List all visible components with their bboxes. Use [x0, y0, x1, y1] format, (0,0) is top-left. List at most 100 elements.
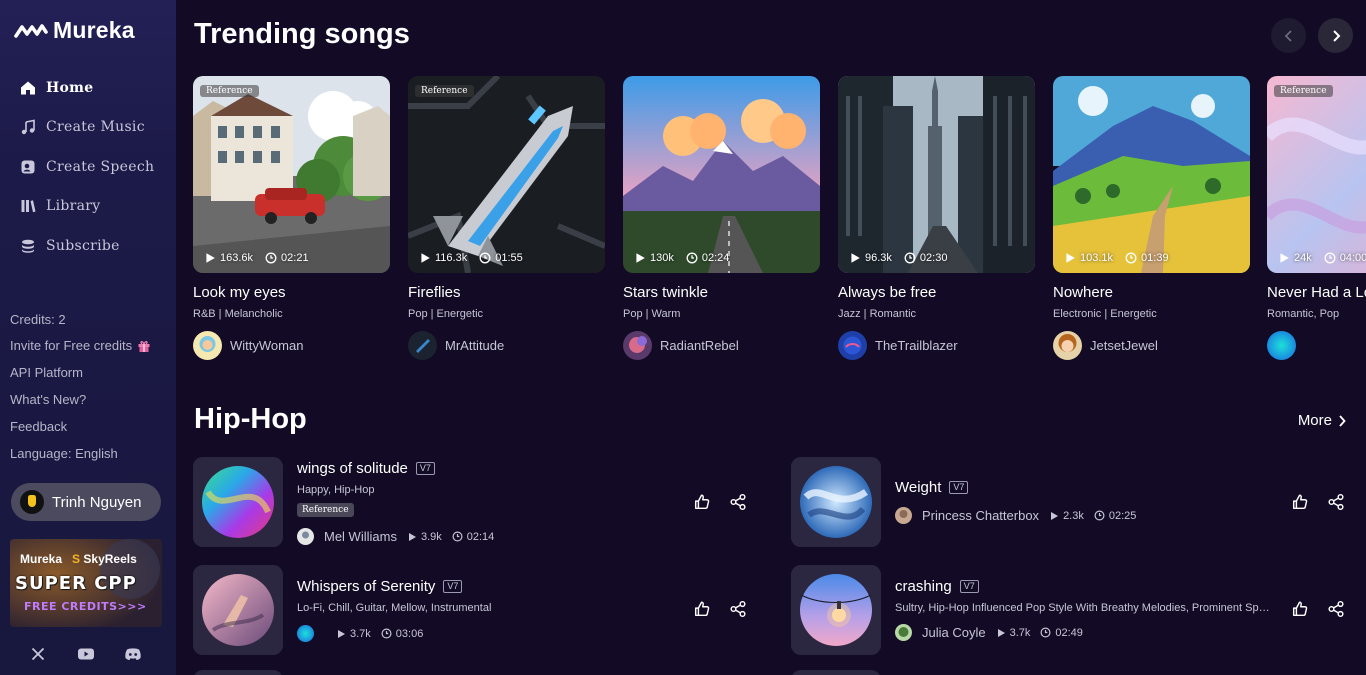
song-title[interactable]: Nowhere	[1053, 284, 1113, 301]
song-title[interactable]: Weight V7	[895, 479, 969, 496]
carousel-prev-button[interactable]	[1271, 18, 1306, 53]
song-cover[interactable]: Reference 163.6k 02:21	[193, 76, 390, 273]
cover-image	[791, 457, 881, 547]
play-icon	[849, 252, 861, 264]
list-item[interactable]: wings of solitude V7 Happy, Hip-Hop Refe…	[193, 457, 763, 547]
share-button[interactable]	[1326, 599, 1346, 619]
song-author[interactable]: JetsetJewel	[1053, 331, 1158, 360]
more-label: More	[1297, 412, 1332, 429]
share-button[interactable]	[728, 492, 748, 512]
song-card[interactable]: 130k 02:24 Stars twinkle Pop | Warm Radi…	[623, 76, 820, 360]
list-item[interactable]: Whispers of Serenity V7 Lo-Fi, Chill, Gu…	[193, 565, 763, 655]
duration: 02:14	[466, 530, 495, 543]
discord-link[interactable]	[124, 645, 142, 663]
nav-subscribe[interactable]: Subscribe	[20, 238, 120, 254]
cover-image	[838, 76, 1035, 273]
song-genre: Jazz | Romantic	[838, 308, 917, 320]
duration-stat: 02:14	[452, 530, 495, 543]
api-platform-link[interactable]: API Platform	[10, 365, 83, 380]
song-card[interactable]: 96.3k 02:30 Always be free Jazz | Romant…	[838, 76, 1035, 360]
like-button[interactable]	[692, 492, 712, 512]
like-button[interactable]	[1290, 492, 1310, 512]
song-genre: Pop | Warm	[623, 308, 681, 320]
song-author[interactable]	[1267, 331, 1296, 360]
nav-create-music[interactable]: Create Music	[20, 119, 145, 135]
cover-image	[193, 457, 283, 547]
logo[interactable]: Mureka	[14, 17, 135, 44]
song-card[interactable]: Reference 24k 04:00 Never Had a Lo Roman…	[1267, 76, 1366, 360]
promo-banner[interactable]: Mureka S SkyReels SUPER CPP FREE CREDITS…	[10, 539, 162, 627]
song-thumbnail[interactable]	[193, 457, 283, 547]
duration-stat: 03:06	[381, 628, 423, 640]
credits-link[interactable]: Credits: 2	[10, 312, 66, 327]
play-stat: 3.9k	[407, 531, 442, 543]
carousel-next-button[interactable]	[1318, 18, 1353, 53]
hiphop-title: Hip-Hop	[194, 403, 307, 435]
song-thumbnail[interactable]	[791, 457, 881, 547]
version-badge: V7	[949, 481, 969, 494]
version-badge: V7	[415, 462, 435, 475]
avatar	[408, 331, 437, 360]
nav-create-speech[interactable]: Create Speech	[20, 159, 154, 175]
song-author[interactable]: RadiantRebel	[623, 331, 739, 360]
invite-link[interactable]: Invite for Free credits	[10, 338, 151, 353]
share-button[interactable]	[728, 599, 748, 619]
author-name[interactable]: Mel Williams	[324, 529, 397, 544]
song-title[interactable]: Always be free	[838, 284, 936, 301]
user-profile-button[interactable]: Trinh Nguyen	[11, 483, 161, 521]
song-cover[interactable]: Reference 116.3k 01:55	[408, 76, 605, 273]
more-link[interactable]: More	[1298, 412, 1346, 429]
author-name[interactable]: Princess Chatterbox	[922, 508, 1039, 523]
song-card[interactable]: Reference 163.6k 02:21 Look my eyes R&B …	[193, 76, 390, 360]
mureka-logo-icon	[14, 23, 48, 38]
clock-icon	[904, 252, 916, 264]
reference-badge: Reference	[200, 85, 259, 97]
list-item[interactable]: Weight V7 Princess Chatterbox 2.3k 02:25	[791, 457, 1361, 547]
feedback-link[interactable]: Feedback	[10, 419, 67, 434]
song-card[interactable]: Reference 116.3k 01:55 Fireflies Pop | E…	[408, 76, 605, 360]
song-stats: 24k 04:00	[1278, 252, 1366, 264]
list-item-partial	[791, 670, 881, 675]
share-button[interactable]	[1326, 492, 1346, 512]
list-item[interactable]: crashing V7 Sultry, Hip-Hop Influenced P…	[791, 565, 1361, 655]
song-title[interactable]: Fireflies	[408, 284, 461, 301]
like-button[interactable]	[692, 599, 712, 619]
song-cover[interactable]: 103.1k 01:39	[1053, 76, 1250, 273]
song-cover[interactable]: 130k 02:24	[623, 76, 820, 273]
promo-brand-mureka: Mureka	[20, 552, 63, 566]
song-title[interactable]: Never Had a Lo	[1267, 284, 1366, 301]
youtube-link[interactable]	[77, 645, 95, 663]
x-link[interactable]	[29, 645, 47, 663]
song-thumbnail[interactable]	[791, 565, 881, 655]
duration: 02:21	[281, 252, 309, 264]
like-button[interactable]	[1290, 599, 1310, 619]
song-title[interactable]: crashing V7	[895, 578, 979, 595]
play-count: 2.3k	[1063, 509, 1084, 522]
cover-image	[193, 565, 283, 655]
song-title[interactable]: Whispers of Serenity V7	[297, 578, 463, 595]
chevron-left-icon	[1284, 29, 1292, 42]
song-author[interactable]: MrAttitude	[408, 331, 504, 360]
reference-badge: Reference	[297, 503, 354, 517]
song-title[interactable]: Stars twinkle	[623, 284, 708, 301]
whats-new-link[interactable]: What's New?	[10, 392, 86, 407]
author-name[interactable]: Julia Coyle	[922, 625, 986, 640]
song-title[interactable]: wings of solitude V7	[297, 460, 435, 477]
avatar	[1267, 331, 1296, 360]
song-cover[interactable]: 96.3k 02:30	[838, 76, 1035, 273]
song-thumbnail[interactable]	[193, 565, 283, 655]
language-link[interactable]: Language: English	[10, 446, 118, 461]
nav-home[interactable]: Home	[20, 80, 94, 96]
song-cover[interactable]: Reference 24k 04:00	[1267, 76, 1366, 273]
skyreels-icon: S	[72, 552, 81, 566]
title-text: wings of solitude	[297, 460, 408, 477]
clock-icon	[1125, 252, 1137, 264]
song-author[interactable]: TheTrailblazer	[838, 331, 958, 360]
song-author[interactable]: WittyWoman	[193, 331, 303, 360]
duration: 02:49	[1055, 626, 1083, 639]
play-icon	[1064, 252, 1076, 264]
nav-library[interactable]: Library	[20, 198, 100, 214]
song-card[interactable]: 103.1k 01:39 Nowhere Electronic | Energe…	[1053, 76, 1250, 360]
share-icon	[729, 600, 747, 618]
song-title[interactable]: Look my eyes	[193, 284, 286, 301]
